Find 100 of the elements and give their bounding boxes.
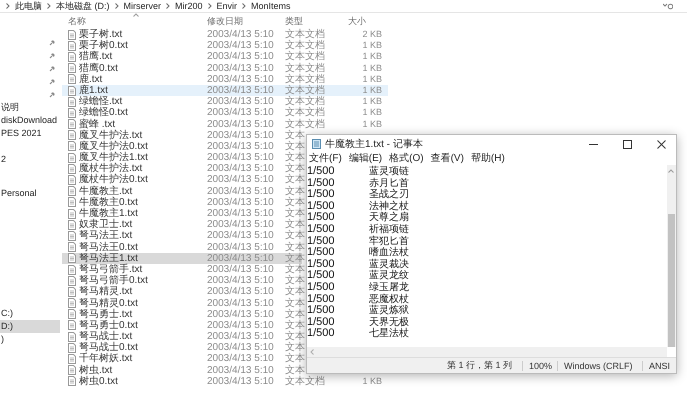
file-row[interactable]: 魔叉牛护法.txt 2003/4/13 5:10 文本 [62, 130, 302, 141]
pin-icon[interactable] [49, 91, 56, 98]
file-row[interactable]: 鹿.txt 2003/4/13 5:10 文本文档 1 KB [62, 74, 388, 85]
file-type: 文本 [285, 331, 305, 342]
file-row[interactable]: 弩马精灵.txt 2003/4/13 5:10 文本 [62, 286, 302, 298]
file-row[interactable]: 绿蟾怪0.txt 2003/4/13 5:10 文本文档 1 KB [62, 107, 388, 118]
file-type: 文本 [285, 152, 305, 164]
file-size: 1 KB [362, 118, 382, 130]
file-row[interactable]: 弩马法王.txt 2003/4/13 5:10 文本 [62, 230, 302, 242]
file-row[interactable]: 猎鹰.txt 2003/4/13 5:10 文本文档 1 KB [62, 51, 388, 63]
file-row[interactable]: 弩马战士0.txt 2003/4/13 5:10 文本 [62, 342, 302, 354]
text-line: 1/500 [307, 212, 336, 224]
sidebar-item[interactable]: ) [0, 333, 60, 346]
file-row[interactable]: 弩马法王0.txt 2003/4/13 5:10 文本 [62, 242, 302, 253]
file-name: 牛魔教主.txt [79, 186, 132, 197]
text-line: 1/500 [307, 236, 336, 247]
sidebar-item[interactable]: 说明 [0, 101, 60, 114]
file-row[interactable]: 弩马战士.txt 2003/4/13 5:10 文本 [62, 331, 302, 342]
breadcrumb-item[interactable]: Envir [216, 1, 238, 11]
file-type: 文本文档 [285, 96, 325, 108]
file-row[interactable]: 弩马勇士.txt 2003/4/13 5:10 文本 [62, 308, 302, 320]
menu-item[interactable]: 编辑(E) [348, 153, 382, 165]
pin-icon[interactable] [49, 65, 56, 72]
file-row[interactable]: 弩马弓箭手.txt 2003/4/13 5:10 文本 [62, 264, 302, 276]
file-name: 弩马法王.txt [79, 230, 132, 242]
breadcrumb-item[interactable]: Mir200 [175, 1, 203, 11]
file-row[interactable]: 蜜蜂 .txt 2003/4/13 5:10 文本文档 1 KB [62, 118, 388, 130]
text-line: 1/500 [307, 328, 336, 340]
file-name: 魔杖牛护法0.txt [79, 174, 148, 186]
vertical-scrollbar[interactable] [667, 165, 676, 347]
file-size: 1 KB [362, 107, 382, 119]
file-name: 猎鹰.txt [79, 51, 112, 62]
column-header[interactable]: 修改日期 [207, 14, 243, 28]
zoom-level: 100% [522, 360, 557, 370]
file-name: 牛魔教主1.txt [79, 208, 138, 219]
breadcrumb-item[interactable]: MonItems [251, 1, 291, 11]
file-date: 2003/4/13 5:10 [207, 118, 274, 130]
pin-icon[interactable] [49, 52, 56, 59]
file-row[interactable]: 牛魔教主0.txt 2003/4/13 5:10 文本 [62, 196, 302, 208]
breadcrumb-item[interactable]: Mirserver [124, 1, 161, 11]
breadcrumb-item[interactable]: 本地磁盘 (D:) [56, 0, 110, 12]
sidebar-item[interactable]: Personal [0, 187, 60, 200]
sidebar-item[interactable]: PES 2021 [0, 127, 60, 140]
file-row[interactable]: 弩马精灵0.txt 2003/4/13 5:10 文本 [62, 298, 302, 309]
file-row[interactable]: 绿蟾怪.txt 2003/4/13 5:10 文本文档 1 KB [62, 96, 388, 108]
menu-item[interactable]: 查看(V) [430, 153, 464, 165]
column-header[interactable]: 类型 [285, 14, 303, 28]
file-type: 文本 [285, 242, 305, 253]
text-line: 1/500 [307, 178, 336, 189]
menu-item[interactable]: 帮助(H) [470, 153, 505, 165]
file-date: 2003/4/13 5:10 [207, 40, 274, 52]
column-header[interactable]: 大小 [348, 14, 366, 28]
sidebar-item[interactable]: 2 [0, 153, 60, 166]
sidebar-item[interactable]: diskDownload [0, 114, 60, 127]
file-row[interactable]: 树虫0.txt 2003/4/13 5:10 文本文档 1 KB [62, 376, 388, 387]
file-size: 1 KB [362, 96, 382, 108]
pin-icon[interactable] [49, 39, 56, 46]
file-row[interactable]: 奴隶卫士.txt 2003/4/13 5:10 文本 [62, 219, 302, 230]
file-row[interactable]: 魔杖牛护法0.txt 2003/4/13 5:10 文本 [62, 174, 302, 186]
file-row[interactable]: 栗子树0.txt 2003/4/13 5:10 文本文档 1 KB [62, 40, 388, 52]
file-type: 文本 [285, 298, 305, 308]
file-row[interactable]: 鹿1.txt 2003/4/13 5:10 文本文档 1 KB [62, 84, 388, 96]
sidebar-item[interactable]: D:) [0, 320, 60, 333]
file-row[interactable]: 树虫.txt 2003/4/13 5:10 文本 [62, 364, 302, 376]
file-type: 文本文档 [285, 40, 325, 52]
file-row[interactable]: 千年树妖.txt 2003/4/13 5:10 文本 [62, 353, 302, 365]
file-row[interactable]: 栗子树.txt 2003/4/13 5:10 文本文档 2 KB [62, 29, 388, 40]
file-type: 文本 [285, 174, 305, 186]
file-type: 文本 [285, 320, 305, 331]
file-type: 文本 [285, 219, 305, 230]
text-line: 蓝灵龙纹 [369, 270, 409, 282]
file-row[interactable]: 弩马勇士0.txt 2003/4/13 5:10 文本 [62, 320, 302, 332]
file-date: 2003/4/13 5:10 [207, 252, 274, 264]
text-line: 1/500 [307, 305, 336, 317]
file-date: 2003/4/13 5:10 [207, 376, 274, 388]
breadcrumb-item[interactable]: 此电脑 [15, 0, 42, 12]
file-type: 文本文档 [285, 51, 325, 62]
sidebar-item[interactable]: C:) [0, 307, 60, 320]
menu-item[interactable]: 格式(O) [389, 153, 424, 165]
refresh-icon[interactable] [663, 2, 673, 10]
file-date: 2003/4/13 5:10 [207, 364, 274, 376]
file-type: 文本 [285, 208, 305, 219]
file-row[interactable]: 弩马法王1.txt 2003/4/13 5:10 文本 [62, 252, 302, 264]
pin-icon[interactable] [49, 78, 56, 85]
file-row[interactable]: 魔叉牛护法1.txt 2003/4/13 5:10 文本 [62, 152, 302, 164]
file-name: 魔杖牛护法.txt [79, 163, 142, 174]
horizontal-scrollbar[interactable] [307, 347, 667, 357]
text-line: 1/500 [307, 294, 336, 305]
file-row[interactable]: 弩马弓箭手0.txt 2003/4/13 5:10 文本 [62, 275, 302, 286]
column-header[interactable]: 名称 [68, 14, 86, 28]
file-row[interactable]: 魔叉牛护法0.txt 2003/4/13 5:10 文本 [62, 140, 302, 152]
file-type: 文本 [285, 342, 305, 354]
file-row[interactable]: 猎鹰0.txt 2003/4/13 5:10 文本文档 1 KB [62, 62, 388, 74]
menu-item[interactable]: 文件(F) [309, 153, 342, 165]
file-row[interactable]: 魔杖牛护法.txt 2003/4/13 5:10 文本 [62, 163, 302, 174]
file-date: 2003/4/13 5:10 [207, 230, 274, 242]
file-row[interactable]: 牛魔教主.txt 2003/4/13 5:10 文本 [62, 186, 302, 197]
chevron-icon [242, 1, 246, 11]
file-name: 树虫.txt [79, 364, 112, 376]
file-row[interactable]: 牛魔教主1.txt 2003/4/13 5:10 文本 [62, 208, 302, 220]
